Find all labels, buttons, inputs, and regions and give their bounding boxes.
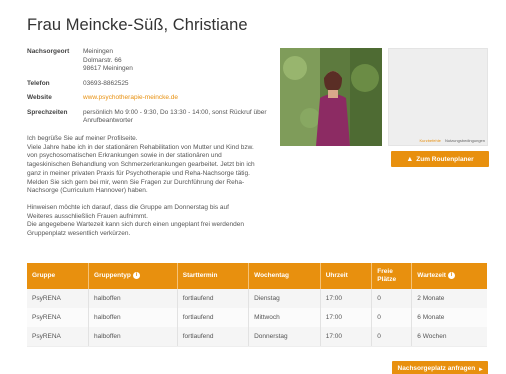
address-label: Nachsorgeort: [27, 48, 70, 55]
address-value: Meiningen Dolmarstr. 66 98617 Meiningen: [83, 48, 133, 74]
route-planner-label: Zum Routenplaner: [416, 155, 474, 163]
hours-label: Sprechzeiten: [27, 108, 68, 116]
portrait-image: [280, 48, 382, 146]
route-arrow-icon: ▲: [406, 155, 414, 163]
website-label: Website: [27, 94, 52, 101]
page-title: Frau Meincke-Süß, Christiane: [27, 16, 248, 34]
profile-card: Frau Meincke-Süß, Christiane Nachsorgeor…: [22, 8, 490, 374]
contact-info: Nachsorgeort Meiningen Dolmarstr. 66 986…: [27, 48, 267, 132]
map-terms-link[interactable]: Nutzungsbedingungen: [445, 138, 485, 143]
hours-value: persönlich Mo 9:00 - 9:30, Do 13:30 - 14…: [83, 108, 267, 125]
divider: [27, 346, 487, 347]
table-row: PsyRENA halboffen fortlaufend Dienstag 1…: [27, 289, 487, 308]
map-shortcuts-link[interactable]: Kurzbefehle: [419, 138, 440, 143]
notice-paragraph: Hinweisen möchte ich darauf, dass die Gr…: [27, 203, 244, 238]
address-street: Dolmarstr. 66: [83, 56, 122, 64]
profile-description: Ich begrüße Sie auf meiner Profilseite. …: [27, 135, 255, 247]
address-city: Meiningen: [83, 48, 113, 55]
website-row: Website www.psychotherapie-meincke.de: [27, 94, 267, 103]
phone-label: Telefon: [27, 79, 50, 87]
phone-value[interactable]: 03693-8862525: [83, 80, 129, 89]
location-map[interactable]: Kurzbefehle Nutzungsbedingungen: [388, 48, 488, 146]
info-icon[interactable]: i: [447, 271, 455, 279]
hours-row: Sprechzeiten persönlich Mo 9:00 - 9:30, …: [27, 109, 267, 126]
groups-table: Gruppe Gruppentyp i Starttermin Wochentag…: [27, 263, 487, 346]
col-group: Gruppe: [27, 263, 90, 289]
col-start: Starttermin: [177, 263, 250, 289]
col-time: Uhrzeit: [320, 263, 373, 289]
col-wait: Wartezeit i: [411, 263, 487, 289]
phone-row: Telefon 03693-8862525: [27, 80, 267, 89]
address-row: Nachsorgeort Meiningen Dolmarstr. 66 986…: [27, 48, 267, 74]
request-spot-label: Nachsorgeplatz anfragen: [397, 365, 476, 372]
col-weekday: Wochentag: [248, 263, 321, 289]
intro-paragraph: Ich begrüße Sie auf meiner Profilseite. …: [27, 135, 255, 195]
website-link[interactable]: www.psychotherapie-meincke.de: [83, 94, 178, 101]
request-spot-button[interactable]: Nachsorgeplatz anfragen ▸: [392, 361, 488, 374]
info-icon[interactable]: i: [132, 271, 140, 279]
col-free-spots: Freie Plätze: [371, 263, 413, 289]
table-row: PsyRENA halboffen fortlaufend Mittwoch 1…: [27, 308, 487, 327]
table-row: PsyRENA halboffen fortlaufend Donnerstag…: [27, 327, 487, 346]
route-planner-button[interactable]: ▲ Zum Routenplaner: [391, 151, 489, 167]
col-group-type: Gruppentyp i: [88, 263, 178, 289]
table-header-row: Gruppe Gruppentyp i Starttermin Wochentag…: [27, 263, 487, 289]
profile-photo: [280, 48, 382, 146]
page: Frau Meincke-Süß, Christiane Nachsorgeor…: [0, 0, 506, 374]
address-zip: 98617 Meiningen: [83, 65, 133, 72]
chevron-right-icon: ▸: [479, 365, 483, 373]
